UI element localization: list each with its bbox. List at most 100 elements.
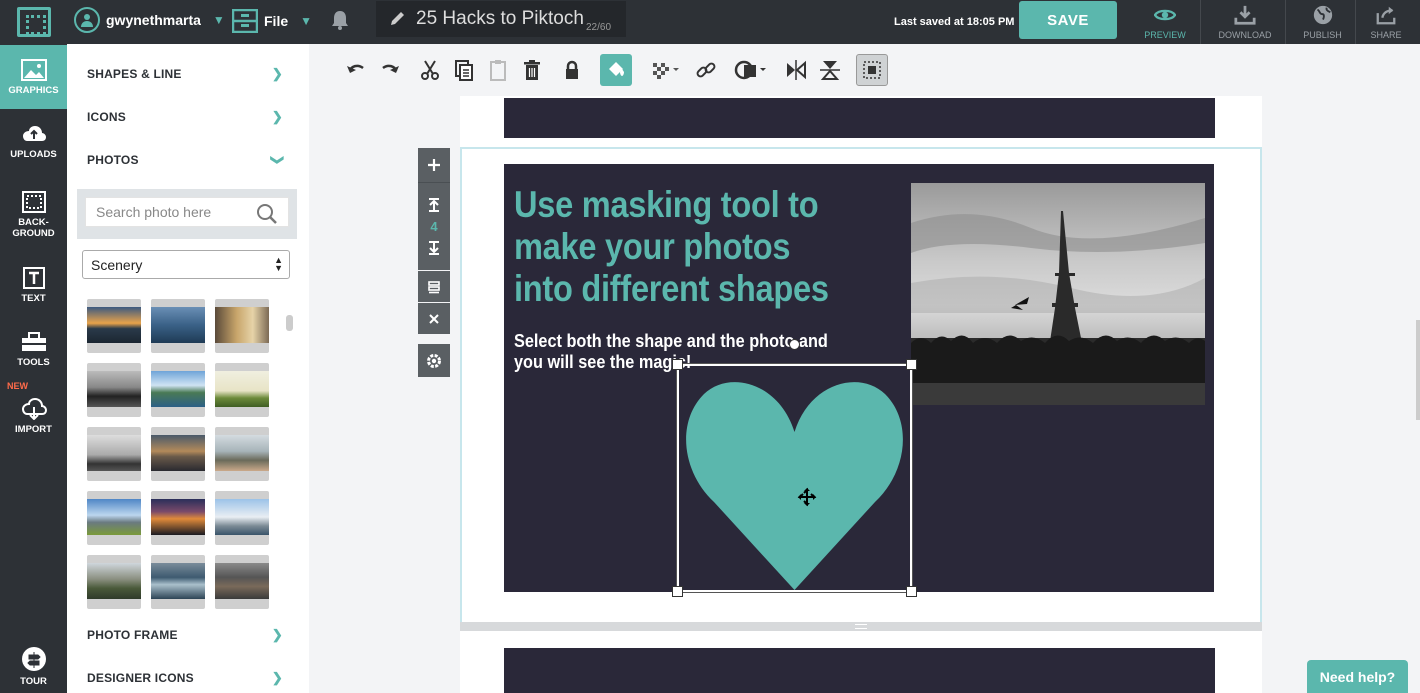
rail-item-background[interactable]: BACK- GROUND xyxy=(0,181,67,249)
transparency-button[interactable] xyxy=(646,52,686,88)
arrange-layer-icon xyxy=(863,61,881,79)
chevron-right-icon: ❯ xyxy=(271,66,283,81)
photo-thumbnail[interactable] xyxy=(215,555,269,609)
delete-button[interactable] xyxy=(516,52,548,88)
last-saved-status: Last saved at 18:05 PM xyxy=(894,16,1015,28)
flip-horizontal-button[interactable] xyxy=(780,52,812,88)
rail-label: TOUR xyxy=(20,675,47,687)
left-icon-rail: GRAPHICS UPLOADS BACK- GROUND TEXT TOOLS… xyxy=(0,44,67,693)
panel-scrollbar[interactable] xyxy=(286,315,293,331)
previous-block[interactable] xyxy=(504,98,1215,138)
eiffel-tower-photo[interactable] xyxy=(911,183,1205,405)
download-button[interactable]: DOWNLOAD xyxy=(1210,0,1280,44)
photo-thumbnail[interactable] xyxy=(87,427,141,481)
photo-thumbnail[interactable] xyxy=(87,555,141,609)
search-icon[interactable] xyxy=(256,203,278,225)
chevron-right-icon: ❯ xyxy=(271,109,283,124)
add-block-button[interactable] xyxy=(418,148,450,182)
photo-thumbnail[interactable] xyxy=(151,363,205,417)
section-icons[interactable]: ICONS ❯ xyxy=(87,109,287,124)
block-settings-button[interactable] xyxy=(418,344,450,377)
chevron-down-icon: ▼ xyxy=(300,14,313,28)
move-down-icon[interactable] xyxy=(427,240,441,256)
duplicate-block-button[interactable] xyxy=(418,271,450,302)
photo-search-wrapper: Search photo here xyxy=(77,189,297,239)
piktochart-logo[interactable] xyxy=(0,0,67,44)
mask-shape-button[interactable] xyxy=(730,52,770,88)
file-menu[interactable]: File ▼ xyxy=(232,9,312,33)
rail-item-import[interactable]: IMPORT xyxy=(0,384,67,448)
slide-resize-bar[interactable] xyxy=(460,622,1262,631)
mask-icon xyxy=(734,60,766,80)
redo-icon xyxy=(382,64,399,73)
canvas-scrollbar[interactable] xyxy=(1416,320,1420,420)
heart-shape[interactable] xyxy=(684,372,905,592)
delete-block-button[interactable] xyxy=(418,303,450,334)
photo-thumbnail[interactable] xyxy=(151,555,205,609)
share-label: SHARE xyxy=(1370,30,1402,40)
image-icon xyxy=(20,58,47,81)
slide-heading[interactable]: Use masking tool to make your photos int… xyxy=(514,184,857,310)
signpost-icon xyxy=(21,646,46,671)
section-label: SHAPES & LINE xyxy=(87,67,182,81)
section-photos[interactable]: PHOTOS ❯ xyxy=(87,153,287,167)
arrange-button[interactable] xyxy=(856,54,888,86)
rail-label: GRAPHICS xyxy=(8,84,59,96)
photo-thumbnail[interactable] xyxy=(215,491,269,545)
next-block[interactable] xyxy=(504,648,1215,693)
preview-button[interactable]: PREVIEW xyxy=(1136,0,1194,44)
undo-button[interactable] xyxy=(340,52,372,88)
section-photo-frame[interactable]: PHOTO FRAME ❯ xyxy=(87,627,287,642)
user-menu[interactable]: gwynethmarta ▼ xyxy=(74,7,225,33)
clipboard-icon xyxy=(490,60,506,81)
resize-handle-bottom-left[interactable] xyxy=(672,586,683,597)
resize-handle-top-left[interactable] xyxy=(672,359,683,370)
publish-button[interactable]: PUBLISH xyxy=(1295,0,1350,44)
photo-thumbnail[interactable] xyxy=(151,299,205,353)
rail-item-text[interactable]: TEXT xyxy=(0,253,67,317)
photo-thumbnail[interactable] xyxy=(87,363,141,417)
section-designer-icons[interactable]: DESIGNER ICONS ❯ xyxy=(87,670,287,685)
lock-button[interactable] xyxy=(556,52,588,88)
section-shapes-line[interactable]: SHAPES & LINE ❯ xyxy=(87,66,287,81)
photo-thumbnail[interactable] xyxy=(87,299,141,353)
rail-label: GROUND xyxy=(12,228,55,239)
photo-thumbnail[interactable] xyxy=(87,491,141,545)
photo-category-select[interactable]: Scenery ▲ ▼ xyxy=(82,250,290,279)
cut-button[interactable] xyxy=(414,52,446,88)
need-help-button[interactable]: Need help? xyxy=(1307,660,1408,693)
save-button[interactable]: SAVE xyxy=(1019,1,1117,39)
link-icon xyxy=(696,62,716,78)
copy-button[interactable] xyxy=(448,52,480,88)
link-button[interactable] xyxy=(690,52,722,88)
redo-button[interactable] xyxy=(374,52,406,88)
rail-item-uploads[interactable]: UPLOADS xyxy=(0,109,67,173)
fill-color-button[interactable] xyxy=(600,54,632,86)
section-label: ICONS xyxy=(87,110,127,124)
photo-thumbnail[interactable] xyxy=(215,363,269,417)
rail-item-tools[interactable]: TOOLS xyxy=(0,317,67,381)
photo-thumbnail[interactable] xyxy=(151,427,205,481)
block-number: 4 xyxy=(430,219,438,234)
cloud-upload-icon xyxy=(22,125,46,141)
photo-thumbnail[interactable] xyxy=(215,427,269,481)
paste-button[interactable] xyxy=(482,52,514,88)
rail-item-tour[interactable]: TOUR xyxy=(0,634,67,693)
photo-search-input[interactable]: Search photo here xyxy=(85,197,289,227)
download-label: DOWNLOAD xyxy=(1218,30,1272,40)
rotate-handle[interactable] xyxy=(789,339,800,350)
resize-handle-top-right[interactable] xyxy=(906,359,917,370)
photo-thumbnail[interactable] xyxy=(215,299,269,353)
chevron-down-icon: ▼ xyxy=(212,13,225,27)
photo-thumbnail[interactable] xyxy=(151,491,205,545)
share-button[interactable]: SHARE xyxy=(1362,0,1410,44)
document-title: 25 Hacks to Piktoch xyxy=(416,8,584,29)
block-order-control: 4 xyxy=(418,182,450,270)
divider xyxy=(1285,0,1286,44)
notification-bell-icon[interactable] xyxy=(330,9,350,36)
flip-vertical-button[interactable] xyxy=(814,52,846,88)
move-up-icon[interactable] xyxy=(427,197,441,213)
resize-handle-bottom-right[interactable] xyxy=(906,586,917,597)
rail-item-graphics[interactable]: GRAPHICS xyxy=(0,45,67,109)
download-icon xyxy=(1234,5,1256,25)
